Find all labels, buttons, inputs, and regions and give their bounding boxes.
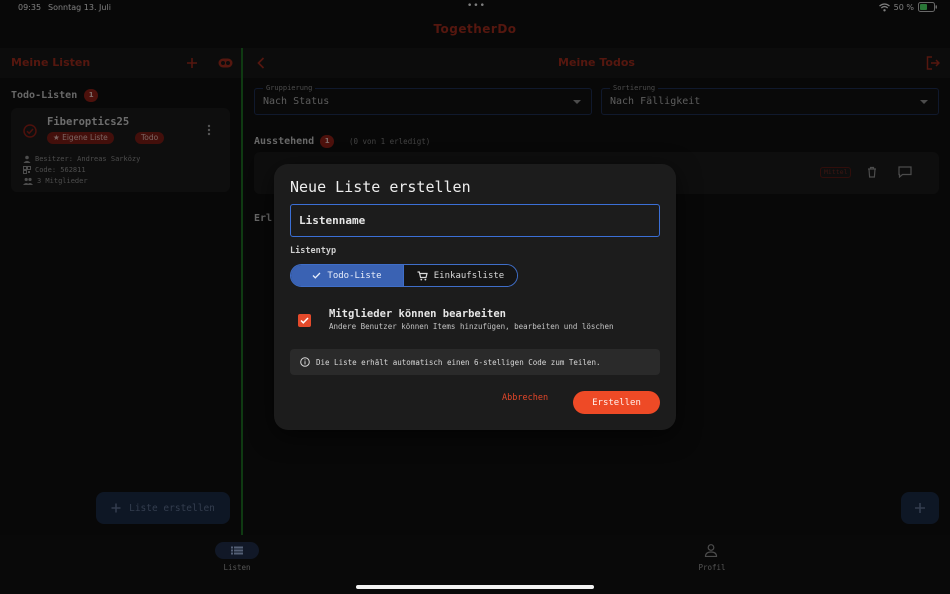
cancel-button[interactable]: Abbrechen [502, 393, 548, 403]
create-button[interactable]: Erstellen [573, 391, 660, 414]
new-list-dialog: Neue Liste erstellen Listentyp Todo-List… [274, 164, 676, 430]
checkmark-icon [300, 317, 309, 324]
info-box: Die Liste erhält automatisch einen 6-ste… [290, 349, 660, 375]
shopping-cart-icon [417, 270, 428, 280]
members-can-edit-description: Andere Benutzer können Items hinzufügen,… [329, 322, 614, 331]
check-icon [312, 272, 321, 279]
members-can-edit-checkbox[interactable] [298, 314, 311, 327]
dialog-title: Neue Liste erstellen [290, 178, 471, 196]
info-icon [300, 357, 310, 367]
list-type-label: Listentyp [290, 246, 337, 256]
list-name-input[interactable] [290, 204, 660, 237]
members-can-edit-title: Mitglieder können bearbeiten [329, 308, 507, 320]
info-text: Die Liste erhält automatisch einen 6-ste… [316, 357, 601, 367]
type-todo-button[interactable]: Todo-Liste [291, 265, 403, 286]
type-shopping-button[interactable]: Einkaufsliste [403, 265, 517, 286]
list-type-segmented: Todo-Liste Einkaufsliste [290, 264, 518, 287]
